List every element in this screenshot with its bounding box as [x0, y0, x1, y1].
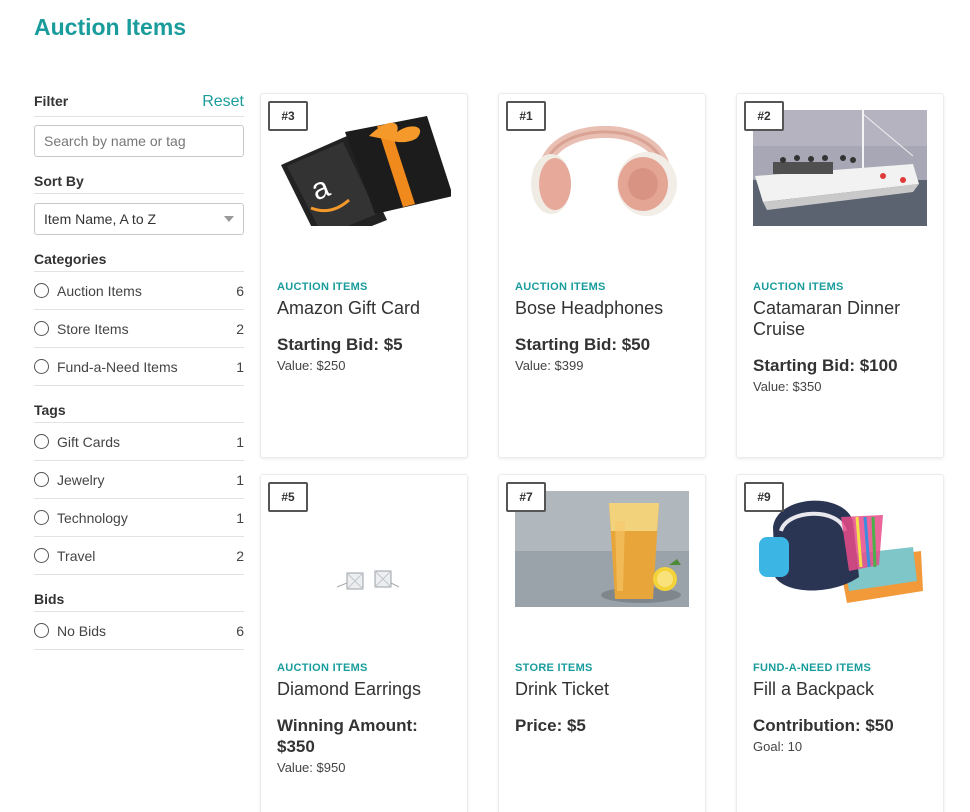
item-price-line: Starting Bid: $100	[753, 356, 898, 375]
filter-header: Filter Reset	[34, 92, 244, 117]
categories-heading: Categories	[34, 243, 244, 272]
item-price-line: Starting Bid: $5	[277, 335, 403, 354]
filter-label: Filter	[34, 93, 69, 109]
bids-heading: Bids	[34, 583, 244, 612]
option-label: Gift Cards	[57, 433, 121, 450]
item-card[interactable]: #3 a AUCTION ITEMS Amazon Gift Card Star…	[260, 93, 468, 458]
tag-option-gift-cards[interactable]: Gift Cards 1	[34, 423, 244, 461]
item-category: AUCTION ITEMS	[277, 281, 368, 293]
option-count: 1	[236, 433, 244, 450]
option-label: Store Items	[57, 320, 129, 337]
option-count: 1	[236, 471, 244, 488]
item-category: AUCTION ITEMS	[515, 281, 606, 293]
item-price-line: Price: $5	[515, 716, 586, 735]
tag-option-jewelry[interactable]: Jewelry 1	[34, 461, 244, 499]
item-name[interactable]: Bose Headphones	[515, 298, 695, 319]
item-price-line: Contribution: $50	[753, 716, 894, 735]
radio-icon[interactable]	[34, 623, 49, 638]
item-value-line: Value: $250	[277, 358, 346, 373]
option-count: 2	[236, 320, 244, 337]
item-category: FUND-A-NEED ITEMS	[753, 662, 872, 674]
item-name[interactable]: Amazon Gift Card	[277, 298, 457, 319]
item-card[interactable]: #2 AUCTION ITEMS Catamaran Dinner Cruise…	[736, 93, 944, 458]
item-number-badge: #9	[744, 482, 784, 512]
item-card[interactable]: #5 AUCTION ITEMS Diamond Earrings Winnin…	[260, 474, 468, 812]
item-category: AUCTION ITEMS	[753, 281, 844, 293]
option-label: Fund-a-Need Items	[57, 358, 178, 375]
sort-by-heading: Sort By	[34, 165, 244, 194]
item-category: STORE ITEMS	[515, 662, 593, 674]
item-card[interactable]: #1 AUCTION ITEMS Bose Headphones Startin…	[498, 93, 706, 458]
item-price-line: Winning Amount: $350	[277, 716, 418, 756]
category-option-fund-a-need[interactable]: Fund-a-Need Items 1	[34, 348, 244, 386]
radio-icon[interactable]	[34, 510, 49, 525]
radio-icon[interactable]	[34, 548, 49, 563]
item-card[interactable]: #7 STORE ITEMS Drink Ticket Price: $5	[498, 474, 706, 812]
option-label: No Bids	[57, 622, 107, 639]
option-count: 2	[236, 547, 244, 564]
item-name[interactable]: Drink Ticket	[515, 679, 695, 700]
item-value-line: Value: $950	[277, 760, 346, 775]
reset-link[interactable]: Reset	[202, 93, 244, 116]
item-name[interactable]: Fill a Backpack	[753, 679, 933, 700]
radio-icon[interactable]	[34, 472, 49, 487]
radio-icon[interactable]	[34, 434, 49, 449]
item-number-badge: #3	[268, 101, 308, 131]
item-number-badge: #2	[744, 101, 784, 131]
item-price-line: Starting Bid: $50	[515, 335, 651, 354]
tag-option-travel[interactable]: Travel 2	[34, 537, 244, 575]
option-count: 1	[236, 509, 244, 526]
radio-icon[interactable]	[34, 321, 49, 336]
category-option-auction-items[interactable]: Auction Items 6	[34, 272, 244, 310]
item-number-badge: #1	[506, 101, 546, 131]
item-value-line: Value: $399	[515, 358, 584, 373]
option-count: 6	[236, 622, 244, 639]
sort-select-value: Item Name, A to Z	[44, 211, 157, 227]
item-name[interactable]: Diamond Earrings	[277, 679, 457, 700]
option-count: 6	[236, 282, 244, 299]
option-count: 1	[236, 358, 244, 375]
search-input[interactable]	[34, 125, 244, 157]
tag-option-technology[interactable]: Technology 1	[34, 499, 244, 537]
item-value-line: Goal: 10	[753, 739, 803, 754]
bids-option-no-bids[interactable]: No Bids 6	[34, 612, 244, 650]
item-name[interactable]: Catamaran Dinner Cruise	[753, 298, 933, 340]
chevron-down-icon	[224, 216, 234, 222]
item-card[interactable]: #9 FUND-A-NEED ITEMS Fill a Backpack Con…	[736, 474, 944, 812]
sort-select[interactable]: Item Name, A to Z	[34, 203, 244, 235]
filter-sidebar: Filter Reset Sort By Item Name, A to Z C…	[34, 92, 244, 650]
item-value-line: Value: $350	[753, 379, 822, 394]
item-category: AUCTION ITEMS	[277, 662, 368, 674]
item-number-badge: #5	[268, 482, 308, 512]
item-number-badge: #7	[506, 482, 546, 512]
option-label: Travel	[57, 547, 96, 564]
option-label: Auction Items	[57, 282, 142, 299]
category-option-store-items[interactable]: Store Items 2	[34, 310, 244, 348]
option-label: Technology	[57, 509, 128, 526]
radio-icon[interactable]	[34, 359, 49, 374]
option-label: Jewelry	[57, 471, 105, 488]
tags-heading: Tags	[34, 394, 244, 423]
radio-icon[interactable]	[34, 283, 49, 298]
page-title: Auction Items	[34, 14, 187, 40]
